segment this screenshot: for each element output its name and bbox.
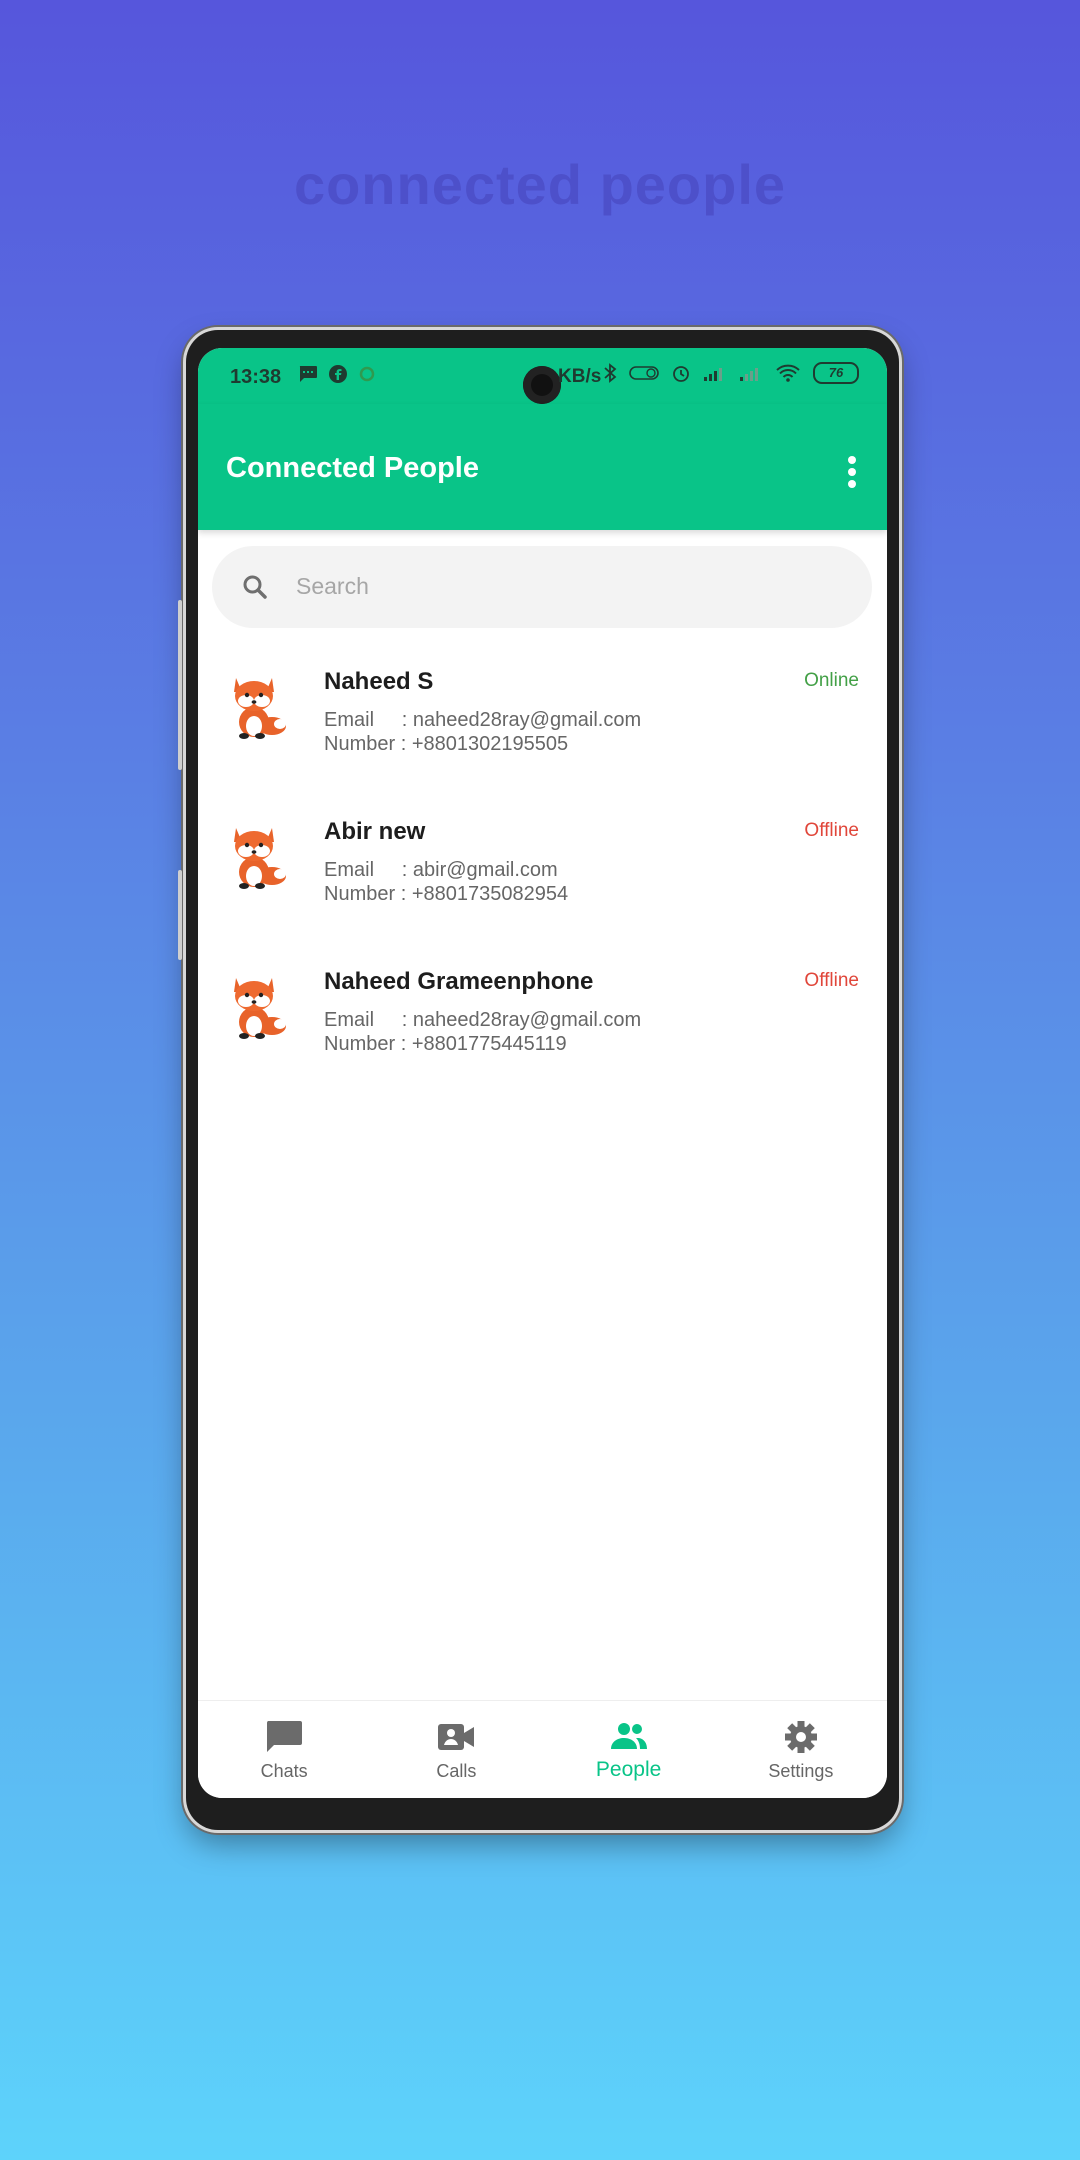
system-icons: 76 (603, 362, 859, 384)
search-input[interactable]: Search (212, 546, 872, 628)
chat-icon (267, 1721, 303, 1752)
screen: 13:38 KB/s 76 Connected People Search Na… (198, 348, 887, 1798)
tab-settings-label: Settings (768, 1761, 834, 1781)
power-button (178, 870, 182, 960)
status-badge: Online (804, 670, 859, 691)
contact-number: Number : +8801775445119 (324, 1033, 567, 1055)
wifi-icon (776, 364, 800, 382)
search-placeholder: Search (296, 573, 369, 599)
status-badge: Offline (804, 970, 859, 991)
contact-number: Number : +8801735082954 (324, 883, 569, 905)
bottom-nav: Chats Calls People Settings (198, 1700, 887, 1798)
signal-icon-2 (740, 368, 758, 381)
fox-avatar-icon (234, 678, 286, 739)
contact-email: Email : abir@gmail.com (324, 859, 558, 881)
list-item[interactable]: Abir new Offline Email : abir@gmail.com … (198, 798, 887, 948)
contact-email: Email : naheed28ray@gmail.com (324, 1009, 642, 1031)
bluetooth-icon (604, 363, 617, 383)
gear-icon (784, 1721, 817, 1753)
contact-name: Naheed Grameenphone (324, 968, 594, 995)
tab-calls[interactable]: Calls (370, 1701, 542, 1798)
contact-number: Number : +8801302195505 (324, 733, 569, 755)
contact-email: Email : naheed28ray@gmail.com (324, 709, 642, 731)
app-bar: Connected People (198, 404, 887, 530)
tab-people[interactable]: People (543, 1701, 715, 1798)
contact-name: Naheed S (324, 668, 434, 695)
network-speed: KB/s (558, 366, 602, 387)
contact-name: Abir new (324, 818, 426, 845)
notification-icons (298, 364, 376, 384)
tab-chats-label: Chats (260, 1761, 308, 1781)
message-icon (299, 366, 317, 382)
tab-calls-label: Calls (436, 1761, 477, 1781)
status-badge: Offline (804, 820, 859, 841)
volume-button (178, 600, 182, 770)
search-icon (243, 575, 267, 599)
status-bar: 13:38 KB/s 76 (198, 348, 887, 404)
status-time: 13:38 (230, 366, 282, 388)
list-item[interactable]: Naheed S Online Email : naheed28ray@gmai… (198, 648, 887, 798)
signal-icon (704, 368, 722, 381)
page-title: Connected People (226, 452, 479, 484)
background-caption: connected people (293, 153, 787, 216)
video-call-icon (438, 1724, 475, 1750)
sync-icon (359, 366, 375, 382)
fox-avatar-icon (234, 828, 286, 889)
tab-settings[interactable]: Settings (715, 1701, 887, 1798)
alarm-icon (673, 366, 689, 382)
front-camera (523, 366, 561, 404)
facebook-icon (329, 365, 347, 383)
contact-list: Naheed S Online Email : naheed28ray@gmai… (198, 648, 887, 1098)
more-options-icon[interactable] (847, 456, 857, 488)
fox-avatar-icon (234, 978, 286, 1039)
phone-frame: 13:38 KB/s 76 Connected People Search Na… (178, 330, 899, 1830)
list-item[interactable]: Naheed Grameenphone Offline Email : nahe… (198, 948, 887, 1098)
tab-chats[interactable]: Chats (198, 1701, 370, 1798)
tab-people-label: People (595, 1758, 662, 1781)
toggle-icon (629, 366, 659, 380)
battery-indicator: 76 (813, 362, 859, 384)
people-icon (610, 1723, 647, 1749)
